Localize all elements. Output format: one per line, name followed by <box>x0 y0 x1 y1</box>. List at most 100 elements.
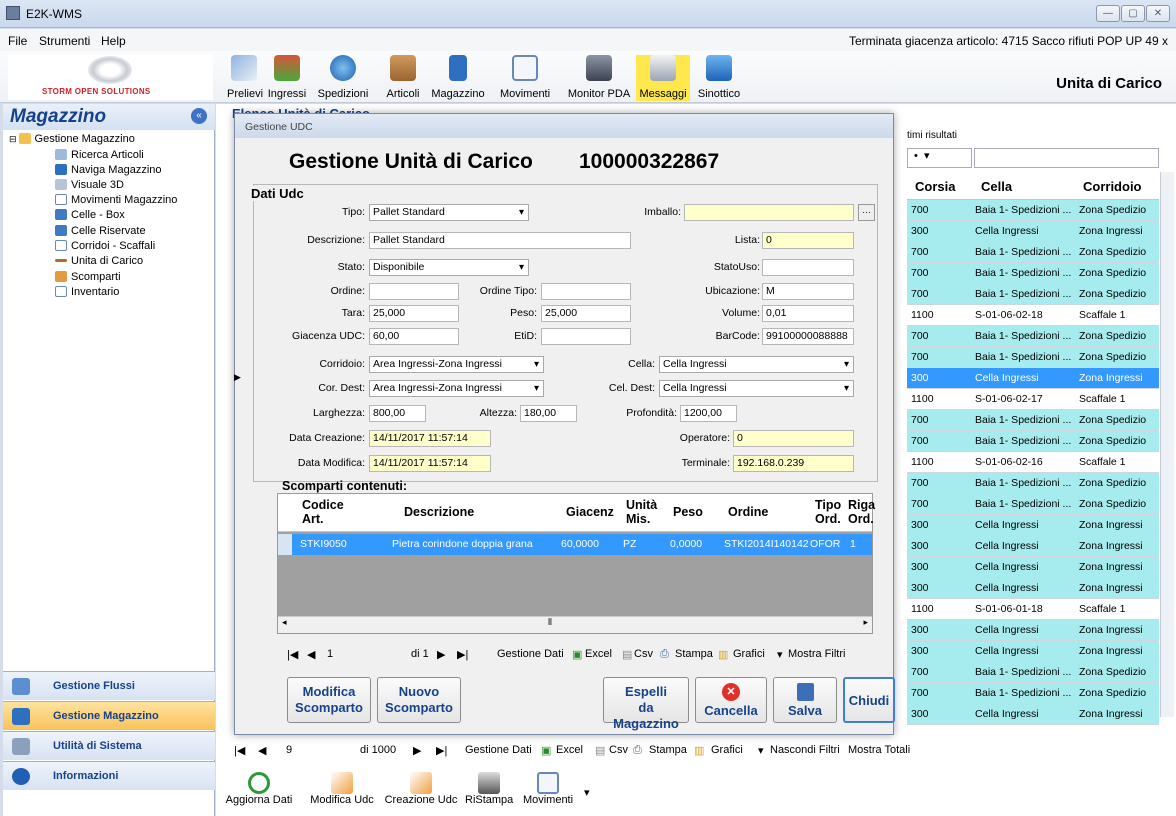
col-descrizione[interactable]: Descrizione <box>404 505 474 519</box>
table-row[interactable]: 1100 S-01-06-02-16 Scaffale 1 <box>907 452 1159 473</box>
corridoio-select[interactable]: Area Ingressi-Zona Ingressi <box>369 356 544 373</box>
nav-gestione-flussi[interactable]: Gestione Flussi <box>3 671 215 700</box>
sub-grafici[interactable]: Grafici <box>733 648 765 660</box>
etid-input[interactable] <box>541 328 631 345</box>
data-creazione-input[interactable]: 14/11/2017 11:57:14 <box>369 430 491 447</box>
expand-icon[interactable]: ⊟ <box>9 134 17 144</box>
creazione-udc-button[interactable]: Creazione Udc <box>384 772 458 806</box>
nascondi-filtri[interactable]: Nascondi Filtri <box>770 744 840 756</box>
sub-pager-first[interactable]: |◀ <box>287 648 298 661</box>
sub-pager-last[interactable]: ▶| <box>457 648 468 661</box>
col-peso[interactable]: Peso <box>673 505 703 519</box>
dropdown-icon[interactable]: ▾ <box>777 648 783 661</box>
toolbar-monitor-pda[interactable]: Monitor PDA <box>563 55 635 101</box>
tree-scomparti[interactable]: Scomparti <box>55 270 121 285</box>
pager-current[interactable]: 9 <box>286 744 292 756</box>
table-row[interactable]: 700 Baia 1- Spedizioni ... Zona Spedizio <box>907 200 1159 221</box>
grid-scrollbar[interactable] <box>1160 172 1174 717</box>
giacenza-input[interactable]: 60,00 <box>369 328 459 345</box>
lista-input[interactable]: 0 <box>762 232 854 249</box>
chiudi-button[interactable]: Chiudi <box>843 677 895 723</box>
modifica-scomparto-button[interactable]: Modifica Scomparto <box>287 677 371 723</box>
tree-celle-box[interactable]: Celle - Box <box>55 208 125 223</box>
table-row[interactable]: 300 Cella Ingressi Zona Ingressi <box>907 578 1159 599</box>
data-modifica-input[interactable]: 14/11/2017 11:57:14 <box>369 455 491 472</box>
tree-inventario[interactable]: Inventario <box>55 285 119 300</box>
statouso-input[interactable] <box>762 259 854 276</box>
col-tipo-ord[interactable]: Tipo Ord. <box>815 498 845 526</box>
more-dropdown-icon[interactable]: ▾ <box>584 786 590 799</box>
excel-button[interactable]: Excel <box>556 744 583 756</box>
gestione-dati[interactable]: Gestione Dati <box>465 744 532 756</box>
pager-last[interactable]: ▶| <box>436 744 447 757</box>
sub-pager-prev[interactable]: ◀ <box>307 648 315 661</box>
col-riga-ord[interactable]: Riga Ord. <box>848 498 875 526</box>
col-cella[interactable]: Cella <box>981 179 1012 194</box>
barcode-input[interactable]: 99100000088888 <box>762 328 854 345</box>
modifica-udc-button[interactable]: Modifica Udc <box>306 772 378 806</box>
table-row[interactable]: 300 Cella Ingressi Zona Ingressi <box>907 515 1159 536</box>
table-row[interactable]: 700 Baia 1- Spedizioni ... Zona Spedizio <box>907 347 1159 368</box>
ordine-tipo-input[interactable] <box>541 283 631 300</box>
ordine-input[interactable] <box>369 283 459 300</box>
cancella-button[interactable]: ✕ Cancella <box>695 677 767 723</box>
scomparti-hscrollbar[interactable]: ◂ ⦀ ▸ <box>278 616 872 633</box>
minimize-icon[interactable]: — <box>1096 5 1120 22</box>
toolbar-messaggi[interactable]: Messaggi <box>636 55 690 101</box>
menu-file[interactable]: File <box>8 34 27 48</box>
ubicazione-input[interactable]: M <box>762 283 854 300</box>
toolbar-spedizioni[interactable]: Spedizioni <box>313 55 373 101</box>
col-codice-art[interactable]: Codice Art. <box>302 498 360 526</box>
toolbar-prelievi[interactable]: Prelievi <box>227 55 263 101</box>
table-row[interactable]: 300 Cella Ingressi Zona Ingressi <box>907 221 1159 242</box>
cor-dest-select[interactable]: Area Ingressi-Zona Ingressi <box>369 380 544 397</box>
tree-unita-di-carico[interactable]: Unita di Carico <box>55 254 143 269</box>
table-row[interactable]: 300 Cella Ingressi Zona Ingressi <box>907 620 1159 641</box>
col-corsia[interactable]: Corsia <box>915 179 955 194</box>
maximize-icon[interactable]: ▢ <box>1121 5 1145 22</box>
tree-movimenti-magazzino[interactable]: Movimenti Magazzino <box>55 193 177 208</box>
pager-prev[interactable]: ◀ <box>258 744 266 757</box>
cel-dest-select[interactable]: Cella Ingressi <box>659 380 854 397</box>
terminale-input[interactable]: 192.168.0.239 <box>733 455 854 472</box>
imballo-input[interactable] <box>684 204 854 221</box>
table-row[interactable]: 700 Baia 1- Spedizioni ... Zona Spedizio <box>907 242 1159 263</box>
table-row[interactable]: 700 Baia 1- Spedizioni ... Zona Spedizio <box>907 683 1159 704</box>
csv-button[interactable]: Csv <box>609 744 628 756</box>
toolbar-magazzino[interactable]: Magazzino <box>430 55 486 101</box>
table-row[interactable]: 700 Baia 1- Spedizioni ... Zona Spedizio <box>907 410 1159 431</box>
table-row[interactable]: 700 Baia 1- Spedizioni ... Zona Spedizio <box>907 431 1159 452</box>
col-corridoio[interactable]: Corridoio <box>1083 179 1142 194</box>
toolbar-ingressi[interactable]: Ingressi <box>264 55 310 101</box>
scroll-right-icon[interactable]: ▸ <box>863 617 868 628</box>
espelli-button[interactable]: Espelli da Magazzino <box>603 677 689 731</box>
scroll-left-icon[interactable]: ◂ <box>282 617 287 628</box>
col-ordine[interactable]: Ordine <box>728 505 768 519</box>
dropdown-icon[interactable]: ▾ <box>758 744 764 757</box>
table-row[interactable]: 1100 S-01-06-01-18 Scaffale 1 <box>907 599 1159 620</box>
salva-button[interactable]: Salva <box>773 677 837 723</box>
cella-select[interactable]: Cella Ingressi <box>659 356 854 373</box>
stato-select[interactable]: Disponibile <box>369 259 529 276</box>
table-row[interactable]: 300 Cella Ingressi Zona Ingressi <box>907 557 1159 578</box>
nav-informazioni[interactable]: Informazioni <box>3 761 215 790</box>
mostra-totali[interactable]: Mostra Totali <box>848 744 910 756</box>
pager-first[interactable]: |◀ <box>234 744 245 757</box>
sub-mostra-filtri[interactable]: Mostra Filtri <box>788 648 845 660</box>
table-row[interactable]: 300 Cella Ingressi Zona Ingressi <box>907 368 1159 389</box>
menu-strumenti[interactable]: Strumenti <box>39 34 90 48</box>
tree-naviga-magazzino[interactable]: Naviga Magazzino <box>55 163 162 178</box>
tree-corridoi-scaffali[interactable]: Corridoi - Scaffali <box>55 239 155 254</box>
table-row[interactable]: 300 Cella Ingressi Zona Ingressi <box>907 536 1159 557</box>
table-row[interactable]: 1100 S-01-06-02-18 Scaffale 1 <box>907 305 1159 326</box>
table-row[interactable]: 700 Baia 1- Spedizioni ... Zona Spedizio <box>907 263 1159 284</box>
tara-input[interactable]: 25,000 <box>369 305 459 322</box>
collapse-icon[interactable]: « <box>191 108 207 124</box>
peso-input[interactable]: 25,000 <box>541 305 631 322</box>
tree-celle-riservate[interactable]: Celle Riservate <box>55 224 146 239</box>
table-row[interactable]: 300 Cella Ingressi Zona Ingressi <box>907 704 1159 725</box>
sub-gestione-dati[interactable]: Gestione Dati <box>497 648 564 660</box>
sub-excel[interactable]: Excel <box>585 648 612 660</box>
table-row[interactable]: 700 Baia 1- Spedizioni ... Zona Spedizio <box>907 326 1159 347</box>
col-giacenza[interactable]: Giacenz <box>566 505 614 519</box>
